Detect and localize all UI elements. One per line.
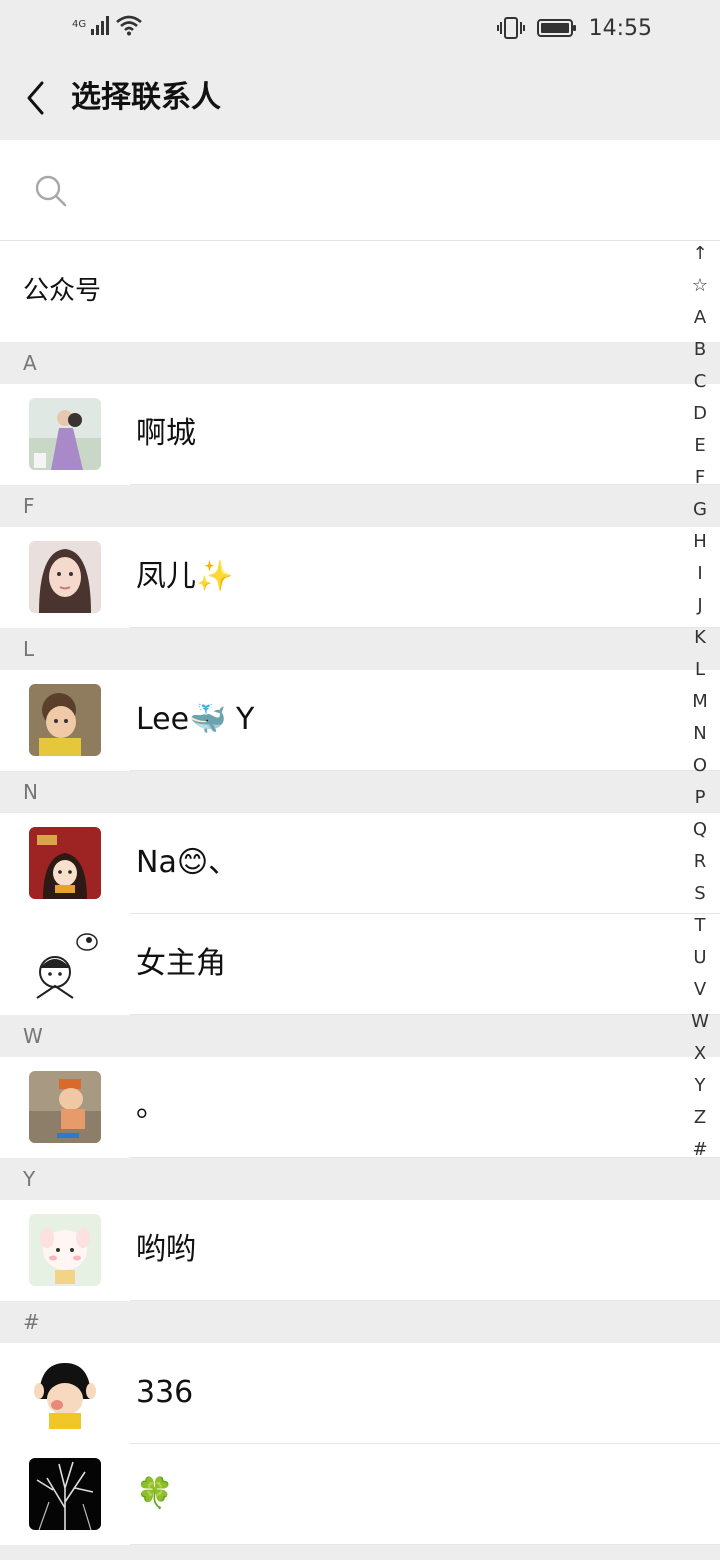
index-item-w[interactable]: W bbox=[686, 1006, 714, 1038]
contact-name: 🍀 bbox=[136, 1476, 174, 1511]
section-header-hash: # bbox=[0, 1301, 720, 1343]
page-title: 选择联系人 bbox=[71, 80, 221, 115]
clock: 14:55 bbox=[588, 15, 652, 41]
contact-row[interactable]: 啊城 bbox=[0, 384, 720, 485]
avatar bbox=[29, 1214, 101, 1286]
network-type: 4G bbox=[72, 19, 87, 30]
section-header-w: W bbox=[0, 1015, 720, 1057]
index-item-p[interactable]: P bbox=[686, 782, 714, 814]
section-letter: L bbox=[23, 637, 35, 661]
avatar bbox=[29, 398, 101, 470]
section-letter: A bbox=[23, 351, 37, 375]
index-item-q[interactable]: Q bbox=[686, 814, 714, 846]
index-item-e[interactable]: E bbox=[686, 430, 714, 462]
index-item-c[interactable]: C bbox=[686, 366, 714, 398]
index-item-y[interactable]: Y bbox=[686, 1070, 714, 1102]
contact-name: 啊城 bbox=[136, 416, 196, 451]
official-accounts-label: 公众号 bbox=[23, 276, 102, 306]
chevron-left-icon bbox=[27, 81, 44, 115]
index-item-up[interactable]: ↑ bbox=[686, 238, 714, 270]
contact-row[interactable]: 女主角 bbox=[0, 914, 720, 1015]
section-letter: N bbox=[23, 780, 38, 804]
contact-row[interactable]: 凤儿✨ bbox=[0, 527, 720, 628]
index-item-m[interactable]: M bbox=[686, 686, 714, 718]
index-item-x[interactable]: X bbox=[686, 1038, 714, 1070]
row-divider bbox=[130, 1544, 720, 1545]
contact-name: Lee🐳 Y bbox=[136, 702, 255, 737]
section-header-n: N bbox=[0, 771, 720, 813]
contact-name: 凤儿✨ bbox=[136, 559, 234, 594]
index-item-t[interactable]: T bbox=[686, 910, 714, 942]
section-header-f: F bbox=[0, 485, 720, 527]
avatar bbox=[29, 1458, 101, 1530]
section-header-l: L bbox=[0, 628, 720, 670]
contact-name: 哟哟 bbox=[136, 1232, 196, 1267]
wifi-icon bbox=[116, 15, 142, 36]
index-item-d[interactable]: D bbox=[686, 398, 714, 430]
avatar bbox=[29, 827, 101, 899]
signal-icon bbox=[91, 16, 110, 35]
contact-name: 女主角 bbox=[136, 946, 226, 981]
section-letter: W bbox=[23, 1024, 43, 1048]
search-input[interactable] bbox=[80, 170, 664, 212]
avatar bbox=[29, 1071, 101, 1143]
index-item-h[interactable]: H bbox=[686, 526, 714, 558]
index-item-z[interactable]: Z bbox=[686, 1102, 714, 1134]
index-item-l[interactable]: L bbox=[686, 654, 714, 686]
search-bar[interactable] bbox=[0, 140, 720, 240]
index-item-k[interactable]: K bbox=[686, 622, 714, 654]
back-button[interactable] bbox=[14, 72, 58, 124]
status-right: 14:55 bbox=[496, 14, 652, 42]
network-status: 4G bbox=[72, 14, 142, 36]
contact-name: Na😊、 bbox=[136, 845, 239, 880]
contact-row[interactable]: 哟哟 bbox=[0, 1200, 720, 1301]
section-header-a: A bbox=[0, 342, 720, 384]
index-item-v[interactable]: V bbox=[686, 974, 714, 1006]
index-item-i[interactable]: I bbox=[686, 558, 714, 590]
index-item-b[interactable]: B bbox=[686, 334, 714, 366]
title-bar: 选择联系人 bbox=[0, 56, 720, 140]
index-item-a[interactable]: A bbox=[686, 302, 714, 334]
official-accounts-item[interactable]: 公众号 bbox=[0, 241, 720, 342]
index-item-n[interactable]: N bbox=[686, 718, 714, 750]
index-item-star[interactable]: ☆ bbox=[686, 270, 714, 302]
search-icon bbox=[35, 175, 67, 207]
vibrate-icon bbox=[496, 17, 525, 39]
contact-row[interactable]: Lee🐳 Y bbox=[0, 670, 720, 771]
index-item-u[interactable]: U bbox=[686, 942, 714, 974]
index-item-s[interactable]: S bbox=[686, 878, 714, 910]
contact-name: 。 bbox=[136, 1089, 166, 1124]
status-bar: 4G 14:55 bbox=[0, 0, 720, 56]
section-header-y: Y bbox=[0, 1158, 720, 1200]
index-item-hash[interactable]: # bbox=[686, 1134, 714, 1166]
section-letter: # bbox=[23, 1310, 40, 1334]
battery-icon bbox=[536, 19, 576, 37]
avatar bbox=[29, 684, 101, 756]
index-item-r[interactable]: R bbox=[686, 846, 714, 878]
section-letter: Y bbox=[23, 1167, 36, 1191]
contact-row[interactable]: 🍀 bbox=[0, 1444, 720, 1545]
index-item-j[interactable]: J bbox=[686, 590, 714, 622]
index-item-f[interactable]: F bbox=[686, 462, 714, 494]
index-item-g[interactable]: G bbox=[686, 494, 714, 526]
avatar bbox=[29, 541, 101, 613]
contact-row[interactable]: 336 bbox=[0, 1343, 720, 1444]
alphabet-index-bar[interactable]: ↑ ☆ A B C D E F G H I J K L M N O P Q R … bbox=[686, 238, 714, 1166]
avatar bbox=[29, 928, 101, 1000]
index-item-o[interactable]: O bbox=[686, 750, 714, 782]
contact-row[interactable]: Na😊、 bbox=[0, 813, 720, 914]
avatar bbox=[29, 1357, 101, 1429]
contact-row[interactable]: 。 bbox=[0, 1057, 720, 1158]
contact-name: 336 bbox=[136, 1375, 194, 1410]
section-letter: F bbox=[23, 494, 35, 518]
